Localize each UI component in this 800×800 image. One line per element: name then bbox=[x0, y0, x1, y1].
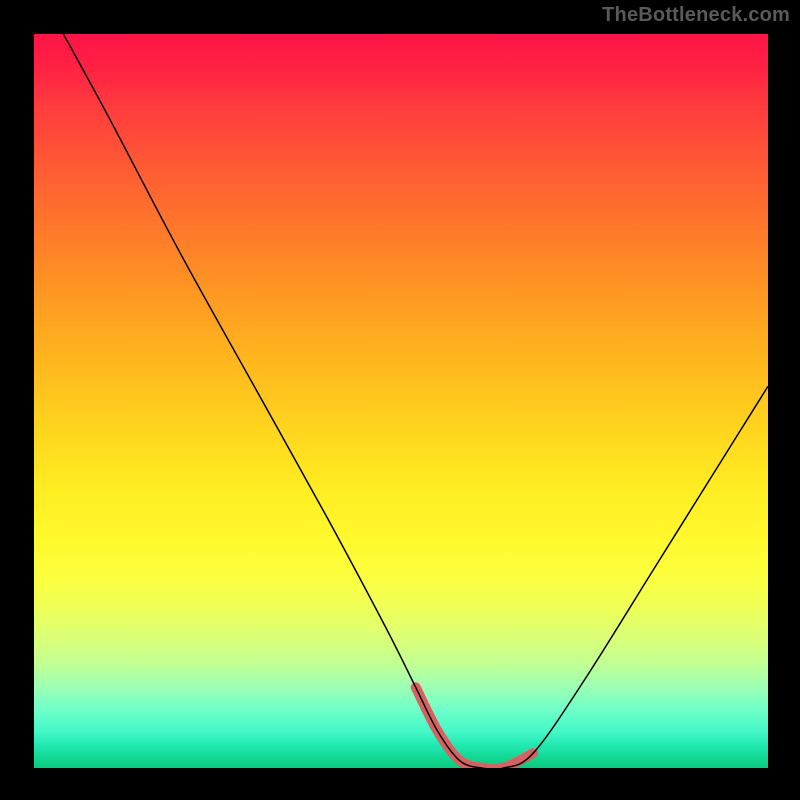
highlight-segment bbox=[416, 687, 533, 768]
chart-frame: TheBottleneck.com bbox=[0, 0, 800, 800]
bottleneck-curve bbox=[63, 34, 768, 768]
watermark-text: TheBottleneck.com bbox=[602, 4, 790, 27]
curve-layer bbox=[34, 34, 768, 768]
plot-area bbox=[34, 34, 768, 768]
